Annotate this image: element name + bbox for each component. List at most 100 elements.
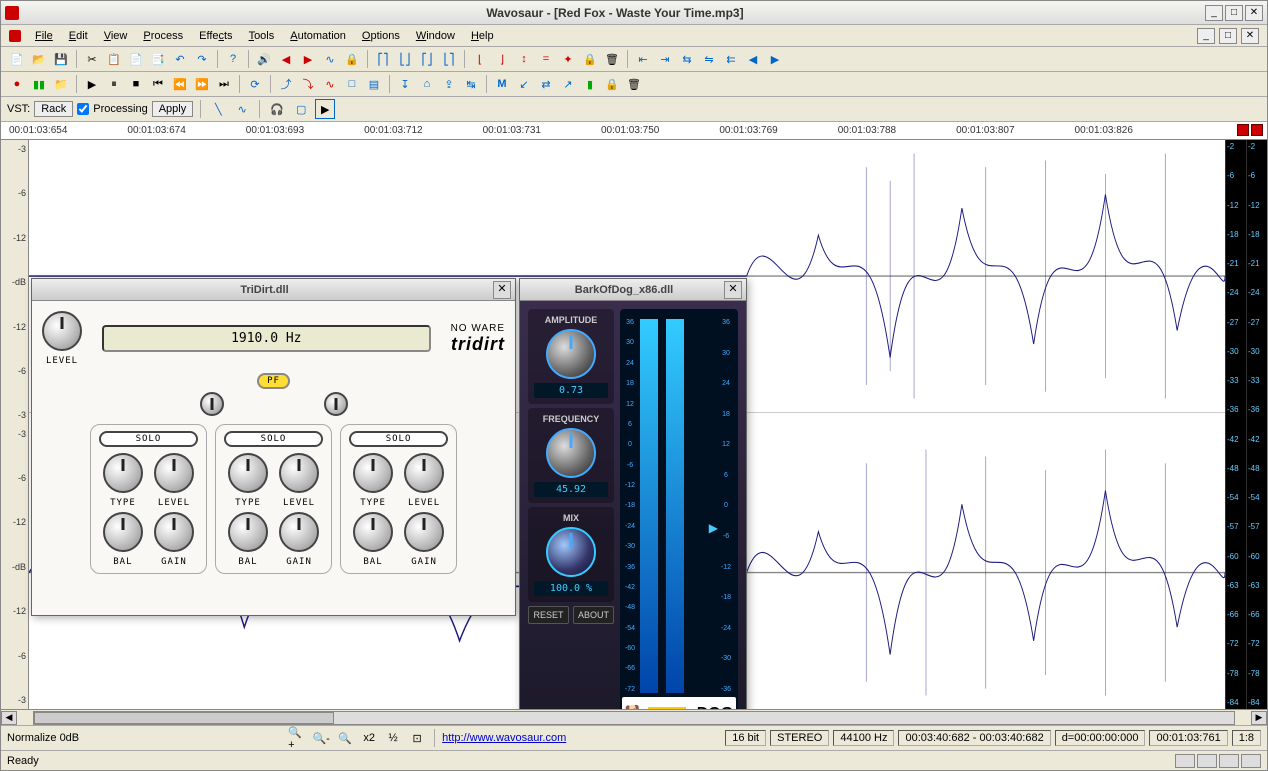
level-knob[interactable] [42,311,82,351]
small-knob-a[interactable] [200,392,224,416]
skip-end-button[interactable]: ⏭ [214,74,234,94]
loop-start-icon[interactable]: ⌊ [470,49,490,69]
level-knob-2[interactable] [279,453,319,493]
proc-e-icon[interactable]: ▤ [364,74,384,94]
save-button[interactable]: 💾 [51,49,71,69]
open-button[interactable]: 📂 [29,49,49,69]
frequency-value[interactable]: 45.92 [534,482,608,497]
bal-knob-1[interactable] [103,512,143,552]
monitor-button[interactable]: ▮▮ [29,74,49,94]
mix-value[interactable]: 100.0 % [534,581,608,596]
trash2-icon[interactable]: 🗑 [624,74,644,94]
apply-button[interactable]: Apply [152,101,194,117]
solo-button-1[interactable]: SOLO [99,431,198,447]
gain-knob-2[interactable] [279,512,319,552]
menu-file[interactable]: File [29,28,59,44]
close-button[interactable]: ✕ [1245,5,1263,21]
pane-button[interactable] [1219,754,1239,768]
loop-mark-icon[interactable]: ✦ [558,49,578,69]
marker3-icon[interactable]: ⇪ [439,74,459,94]
type-knob-1[interactable] [103,453,143,493]
processing-checkbox[interactable] [77,103,89,115]
zoom-fit-icon[interactable]: ⊡ [407,728,427,748]
maximize-button[interactable]: □ [1225,5,1243,21]
new-button[interactable]: 📄 [7,49,27,69]
tri-left-icon[interactable]: ◀ [276,49,296,69]
solo-button-3[interactable]: SOLO [349,431,448,447]
clip-d-icon[interactable]: ⇋ [699,49,719,69]
clip-e-icon[interactable]: ⇇ [721,49,741,69]
clip-a-icon[interactable]: ⇤ [633,49,653,69]
paste2-button[interactable]: 📑 [148,49,168,69]
pane-button[interactable] [1241,754,1261,768]
zoom-out-icon[interactable]: 🔍- [311,728,331,748]
marker1-icon[interactable]: ↧ [395,74,415,94]
mdi-close-button[interactable]: ✕ [1241,28,1259,44]
block-icon[interactable]: ▮ [580,74,600,94]
level-knob-1[interactable] [154,453,194,493]
amplitude-knob[interactable] [546,329,596,379]
tri-right-icon[interactable]: ▶ [298,49,318,69]
redo-button[interactable]: ↷ [192,49,212,69]
menu-automation[interactable]: Automation [284,28,352,44]
website-link[interactable]: http://www.wavosaur.com [442,732,566,744]
clip-b-icon[interactable]: ⇥ [655,49,675,69]
proc-c-icon[interactable]: ∿ [320,74,340,94]
trim-slider[interactable]: ▶ [709,521,718,535]
marker4-icon[interactable]: ↹ [461,74,481,94]
proc-a-icon[interactable]: ⤴ [276,74,296,94]
zoom-sel-icon[interactable]: 🔍 [335,728,355,748]
solo-button-2[interactable]: SOLO [224,431,323,447]
paste-button[interactable]: 📄 [126,49,146,69]
marker-a-icon[interactable]: ⎡⎤ [373,49,393,69]
marker-d-icon[interactable]: ⎣⎤ [439,49,459,69]
zoom-half-icon[interactable]: ½ [383,728,403,748]
repeat-button[interactable]: ⟳ [245,74,265,94]
wave-button[interactable]: ∿ [320,49,340,69]
level-knob-3[interactable] [404,453,444,493]
lock2-icon[interactable]: 🔒 [602,74,622,94]
type-knob-3[interactable] [353,453,393,493]
help-button[interactable]: ? [223,49,243,69]
scroll-left-button[interactable]: ◀ [1,711,17,725]
stop-button[interactable]: ■ [126,74,146,94]
loop-end-icon[interactable]: ⌋ [492,49,512,69]
menu-effects[interactable]: Effects [193,28,238,44]
mdi-maximize-button[interactable]: □ [1219,28,1237,44]
menu-edit[interactable]: Edit [63,28,94,44]
forward-button[interactable]: ⏩ [192,74,212,94]
m-icon[interactable]: M [492,74,512,94]
scroll-thumb[interactable] [34,712,334,724]
pane-button[interactable] [1197,754,1217,768]
menu-window[interactable]: Window [410,28,461,44]
arrow-sw-icon[interactable]: ↙ [514,74,534,94]
clip-indicator-right[interactable] [1251,124,1263,136]
loop-arrow-icon[interactable]: ↕ [514,49,534,69]
clip-indicator-left[interactable] [1237,124,1249,136]
marker-b-icon[interactable]: ⎣⎦ [395,49,415,69]
mix-knob[interactable] [546,527,596,577]
pause-button[interactable]: ⏸ [104,74,124,94]
cut-button[interactable]: ✂ [82,49,102,69]
curve-tool-icon[interactable]: ∿ [232,99,252,119]
menu-view[interactable]: View [98,28,134,44]
small-knob-b[interactable] [324,392,348,416]
copy-button[interactable]: 📋 [104,49,124,69]
mdi-minimize-button[interactable]: _ [1197,28,1215,44]
trash-icon[interactable]: 🗑 [602,49,622,69]
gain-knob-1[interactable] [154,512,194,552]
zoom-x2-icon[interactable]: x2 [359,728,379,748]
frequency-knob[interactable] [546,428,596,478]
loop-equal-icon[interactable]: = [536,49,556,69]
menu-help[interactable]: Help [465,28,500,44]
phones-icon[interactable]: 🎧 [267,99,287,119]
record-button[interactable]: ● [7,74,27,94]
arrows-x-icon[interactable]: ⇄ [536,74,556,94]
cursor-icon[interactable]: ▶ [315,99,335,119]
bal-knob-3[interactable] [353,512,393,552]
scroll-right-button[interactable]: ▶ [1251,711,1267,725]
reset-button[interactable]: RESET [528,606,569,624]
proc-b-icon[interactable]: ⤵ [298,74,318,94]
plugin-close-button[interactable]: ✕ [493,281,511,299]
rewind-button[interactable]: ⏪ [170,74,190,94]
